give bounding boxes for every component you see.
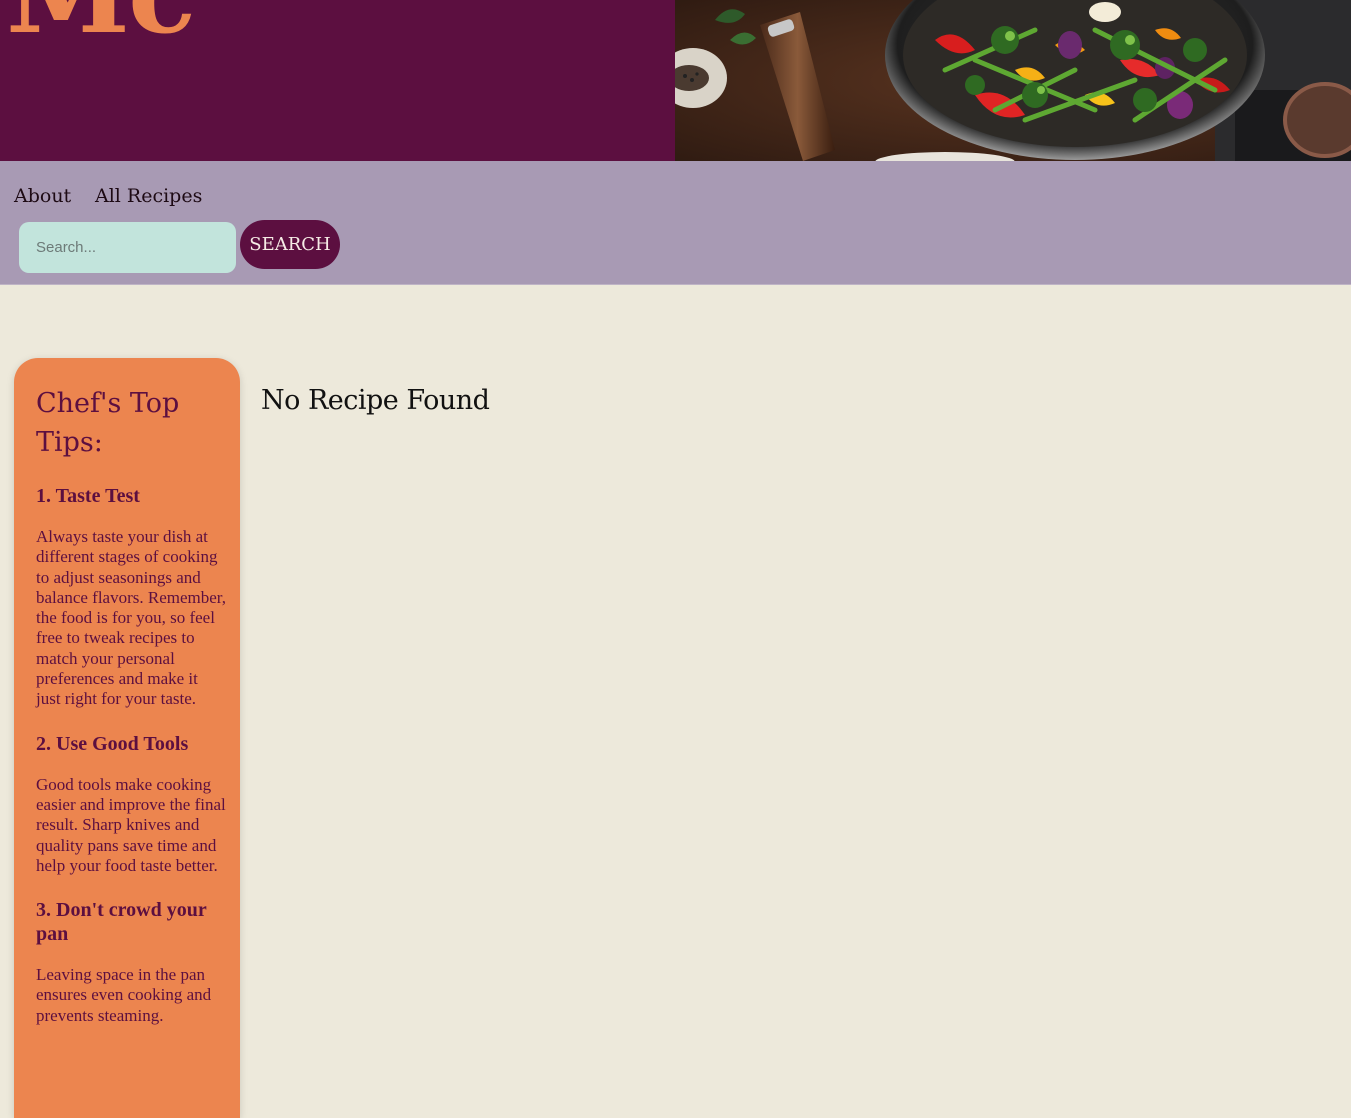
tip-text: Good tools make cooking easier and impro…: [36, 774, 226, 875]
search-input[interactable]: [19, 222, 236, 273]
navigation-bar: About All Recipes SEARCH: [0, 161, 1351, 285]
tip-heading: 2. Use Good Tools: [36, 732, 189, 755]
nav-link-all-recipes[interactable]: All Recipes: [95, 185, 202, 207]
search-button[interactable]: SEARCH: [240, 220, 340, 269]
sidebar-title: Chef's Top Tips:: [36, 388, 180, 458]
hero-image: [675, 0, 1351, 161]
chef-tips-sidebar: Chef's Top Tips: 1. Taste Test Always ta…: [14, 358, 240, 1118]
tip-heading: 1. Taste Test: [36, 485, 140, 507]
no-recipe-message: No Recipe Found: [261, 385, 490, 416]
tip-text: Always taste your dish at different stag…: [36, 527, 227, 709]
site-logo[interactable]: Mc: [6, 0, 196, 50]
tip-text: Leaving space in the pan ensures even co…: [36, 965, 212, 1025]
nav-link-about[interactable]: About: [14, 185, 71, 207]
tip-heading: 3. Don't crowd your pan: [36, 899, 207, 946]
site-header: Mc: [0, 0, 1351, 161]
